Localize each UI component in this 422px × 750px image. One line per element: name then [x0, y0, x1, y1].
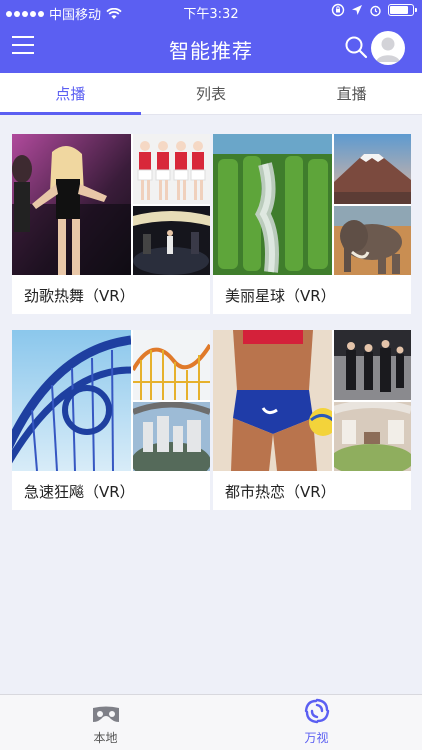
- room-panorama-thumbnail: [334, 402, 411, 471]
- top-bar: 中国移动 下午3:32 智能推荐: [0, 0, 422, 73]
- video-card-city-romance[interactable]: 都市热恋（VR）: [213, 330, 411, 510]
- elephant-thumbnail: [334, 206, 411, 275]
- avatar-icon[interactable]: [371, 31, 405, 65]
- nav-wanshi-label: 万视: [304, 731, 329, 745]
- alarm-icon: [370, 5, 381, 16]
- tab-bar: 点播 列表 直播: [0, 73, 422, 115]
- search-icon[interactable]: [344, 35, 368, 59]
- location-arrow-icon: [352, 5, 362, 15]
- nav-local-label: 本地: [93, 731, 118, 745]
- dance-thumbnail-main: [12, 134, 131, 275]
- tab-list[interactable]: 列表: [141, 73, 282, 114]
- tab-live[interactable]: 直播: [281, 73, 422, 114]
- video-card-coaster[interactable]: 急速狂飚（VR）: [12, 330, 210, 510]
- battery-icon: [388, 4, 417, 16]
- beach-volleyball-thumbnail: [213, 330, 332, 471]
- video-card-title: 劲歌热舞（VR）: [24, 287, 135, 305]
- dance-thumbnail-group: [133, 134, 210, 204]
- nav-wanshi[interactable]: 万视: [211, 695, 422, 750]
- vr-glasses-icon: [92, 706, 119, 722]
- roller-coaster-thumbnail-main: [12, 330, 131, 471]
- video-card-dance[interactable]: 劲歌热舞（VR）: [12, 134, 210, 314]
- nav-local[interactable]: 本地: [0, 695, 211, 750]
- app-header: 智能推荐: [0, 22, 422, 73]
- fashion-show-thumbnail: [334, 330, 411, 400]
- dance-thumbnail-stage: [133, 206, 210, 275]
- swirl-logo-icon: [304, 698, 329, 724]
- status-bar: 中国移动 下午3:32: [0, 0, 422, 23]
- video-card-planet[interactable]: 美丽星球（VR）: [213, 134, 411, 314]
- bottom-nav: 本地 万视: [0, 694, 422, 750]
- city-panorama-thumbnail: [133, 402, 210, 471]
- video-card-title: 都市热恋（VR）: [225, 483, 336, 501]
- maze-hedge-thumbnail: [213, 134, 332, 275]
- video-card-title: 急速狂飚（VR）: [24, 483, 135, 501]
- mountain-thumbnail: [334, 134, 411, 204]
- tab-vod[interactable]: 点播: [0, 73, 141, 115]
- orientation-lock-icon: [331, 3, 345, 17]
- roller-coaster-thumbnail-yellow: [133, 330, 210, 400]
- video-card-title: 美丽星球（VR）: [225, 287, 336, 305]
